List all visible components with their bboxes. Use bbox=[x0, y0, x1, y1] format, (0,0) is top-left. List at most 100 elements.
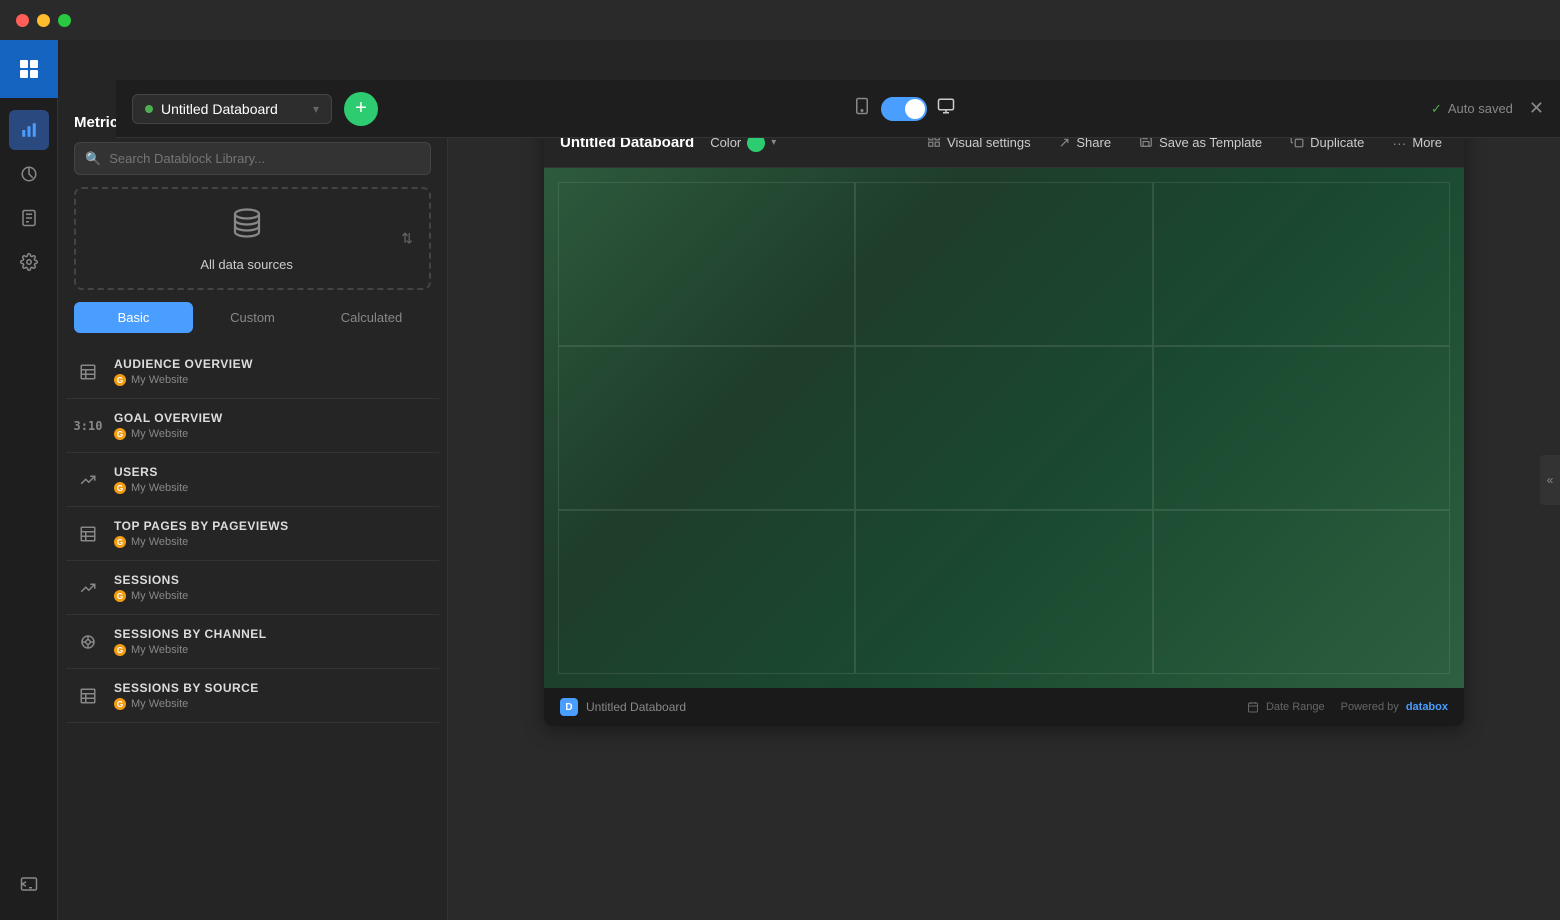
canvas-board[interactable] bbox=[544, 168, 1464, 688]
metric-list: AUDIENCE OVERVIEW G My Website 3:10 bbox=[58, 345, 447, 920]
desktop-icon[interactable] bbox=[937, 97, 955, 120]
metric-source: G My Website bbox=[114, 482, 188, 494]
metric-info-top-pages: TOP PAGES BY PAGEVIEWS G My Website bbox=[114, 519, 289, 548]
metric-source: G My Website bbox=[114, 536, 289, 548]
source-dot: G bbox=[114, 374, 126, 386]
brand-label: databox bbox=[1406, 701, 1448, 713]
nav-right: ✓ Auto saved ✕ bbox=[1431, 98, 1544, 119]
metric-source: G My Website bbox=[114, 428, 223, 440]
toggle-knob bbox=[905, 99, 925, 119]
metric-item-top-pages[interactable]: TOP PAGES BY PAGEVIEWS G My Website bbox=[66, 507, 439, 561]
canvas-footer-left: D Untitled Databoard bbox=[560, 698, 686, 716]
metric-info-audience-overview: AUDIENCE OVERVIEW G My Website bbox=[114, 357, 253, 386]
source-dot: G bbox=[114, 536, 126, 548]
source-dot: G bbox=[114, 698, 126, 710]
databoard-name-label: Untitled Databoard bbox=[161, 101, 278, 117]
databoard-status-dot bbox=[145, 105, 153, 113]
powered-by-label: Powered by databox bbox=[1341, 701, 1448, 713]
minimize-window-btn[interactable] bbox=[37, 14, 50, 27]
tab-basic[interactable]: Basic bbox=[74, 302, 193, 333]
metric-tabs: Basic Custom Calculated bbox=[74, 302, 431, 333]
canvas-footer-right: Date Range Powered by databox bbox=[1247, 701, 1448, 713]
metric-name: SESSIONS BY CHANNEL bbox=[114, 627, 267, 641]
search-box: 🔍 bbox=[74, 142, 431, 175]
metric-name: SESSIONS bbox=[114, 573, 188, 587]
metric-name: GOAL OVERVIEW bbox=[114, 411, 223, 425]
metric-name: AUDIENCE OVERVIEW bbox=[114, 357, 253, 371]
source-dot: G bbox=[114, 644, 126, 656]
metric-icon-table2 bbox=[74, 520, 102, 548]
grid-cell-1-2 bbox=[855, 182, 1152, 346]
device-toggle-switch[interactable] bbox=[881, 97, 927, 121]
close-window-btn[interactable] bbox=[16, 14, 29, 27]
metric-icon-source-table bbox=[74, 682, 102, 710]
add-databoard-btn[interactable]: + bbox=[344, 92, 378, 126]
sidebar-item-terminal[interactable] bbox=[9, 864, 49, 904]
metric-name: SESSIONS BY SOURCE bbox=[114, 681, 259, 695]
title-bar bbox=[0, 0, 1560, 40]
color-chevron: ▾ bbox=[771, 137, 776, 148]
grid-cell-1-3 bbox=[1153, 182, 1450, 346]
grid-cell-3-1 bbox=[558, 510, 855, 674]
sidebar-item-settings[interactable] bbox=[9, 242, 49, 282]
databoard-container: Untitled Databoard Color ▾ bbox=[544, 118, 1464, 726]
grid-cell-1-1 bbox=[558, 182, 855, 346]
metric-source: G My Website bbox=[114, 590, 188, 602]
metric-source: G My Website bbox=[114, 698, 259, 710]
metric-item-sessions[interactable]: SESSIONS G My Website bbox=[66, 561, 439, 615]
icon-sidebar-items bbox=[0, 98, 57, 294]
metric-icon-channel bbox=[74, 628, 102, 656]
metric-icon-sessions-trend bbox=[74, 574, 102, 602]
auto-saved-label: ✓ Auto saved bbox=[1431, 101, 1513, 117]
search-icon: 🔍 bbox=[85, 151, 101, 167]
metric-item-audience-overview[interactable]: AUDIENCE OVERVIEW G My Website bbox=[66, 345, 439, 399]
databoard-selector[interactable]: Untitled Databoard ▾ bbox=[132, 94, 332, 124]
device-toggle bbox=[853, 97, 955, 121]
sidebar-item-reports[interactable] bbox=[9, 198, 49, 238]
footer-databoard-name: Untitled Databoard bbox=[586, 700, 686, 714]
metric-info-sessions: SESSIONS G My Website bbox=[114, 573, 188, 602]
metric-name: TOP PAGES BY PAGEVIEWS bbox=[114, 519, 289, 533]
data-source-content: All data sources bbox=[92, 205, 401, 272]
databoard-chevron: ▾ bbox=[313, 102, 319, 116]
grid-cell-2-1 bbox=[558, 346, 855, 510]
metric-icon-table bbox=[74, 358, 102, 386]
metric-item-goal-overview[interactable]: 3:10 GOAL OVERVIEW G My Website bbox=[66, 399, 439, 453]
data-source-label: All data sources bbox=[200, 257, 293, 272]
grid-cell-3-2 bbox=[855, 510, 1152, 674]
main-content: Metric Library ✕ 🔍 bbox=[58, 98, 1560, 920]
grid-cell-3-3 bbox=[1153, 510, 1450, 674]
right-container: Untitled Databoard ▾ + bbox=[58, 40, 1560, 920]
metric-item-sessions-source[interactable]: SESSIONS BY SOURCE G My Website bbox=[66, 669, 439, 723]
footer-logo: D bbox=[560, 698, 578, 716]
source-dot: G bbox=[114, 590, 126, 602]
tab-custom[interactable]: Custom bbox=[193, 302, 312, 333]
grid-cell-2-2 bbox=[855, 346, 1152, 510]
tab-calculated[interactable]: Calculated bbox=[312, 302, 431, 333]
checkmark-icon: ✓ bbox=[1431, 101, 1442, 117]
collapse-panel-btn[interactable]: « bbox=[1540, 455, 1560, 505]
nav-center bbox=[390, 97, 1419, 121]
mobile-icon[interactable] bbox=[853, 97, 871, 120]
data-source-selector[interactable]: All data sources ⇅ bbox=[74, 187, 431, 290]
source-dot: G bbox=[114, 482, 126, 494]
date-range-label: Date Range bbox=[1247, 701, 1325, 713]
close-nav-btn[interactable]: ✕ bbox=[1529, 98, 1544, 119]
icon-sidebar bbox=[0, 40, 58, 920]
metric-item-users[interactable]: USERS G My Website bbox=[66, 453, 439, 507]
search-input[interactable] bbox=[109, 143, 420, 174]
sidebar-item-analytics[interactable] bbox=[9, 154, 49, 194]
fullscreen-window-btn[interactable] bbox=[58, 14, 71, 27]
metric-info-users: USERS G My Website bbox=[114, 465, 188, 494]
app-logo[interactable] bbox=[0, 40, 58, 98]
metric-item-sessions-channel[interactable]: SESSIONS BY CHANNEL G My Website bbox=[66, 615, 439, 669]
metric-name: USERS bbox=[114, 465, 188, 479]
database-icon bbox=[229, 205, 265, 249]
metric-icon-timer: 3:10 bbox=[74, 412, 102, 440]
grid-cell-2-3 bbox=[1153, 346, 1450, 510]
grid-overlay bbox=[544, 168, 1464, 688]
metric-source: G My Website bbox=[114, 374, 253, 386]
metric-info-goal-overview: GOAL OVERVIEW G My Website bbox=[114, 411, 223, 440]
canvas-footer: D Untitled Databoard Date Range bbox=[544, 688, 1464, 726]
sidebar-item-charts[interactable] bbox=[9, 110, 49, 150]
